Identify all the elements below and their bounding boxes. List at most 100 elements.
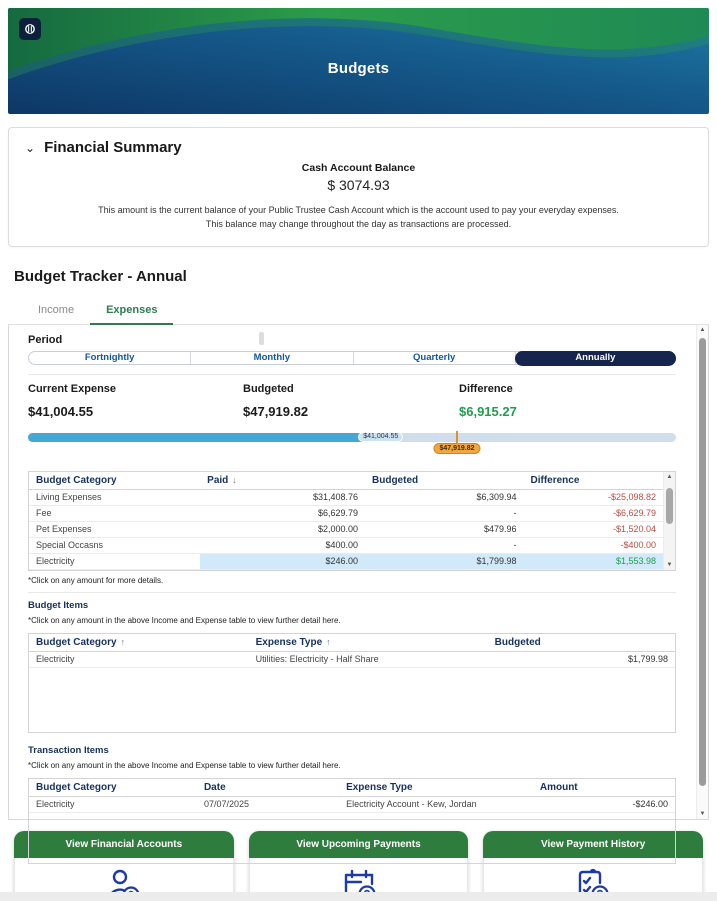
expense-type-cell: Electricity Account - Kew, Jordan (339, 796, 533, 813)
expense-summary: Current Expense $41,004.55 Budgeted $47,… (28, 383, 676, 419)
amount-cell[interactable]: -$246.00 (532, 796, 675, 813)
col-header-date[interactable]: Date (196, 778, 340, 797)
scroll-up-icon[interactable]: ▲ (697, 327, 708, 333)
scroll-down-icon[interactable]: ▼ (664, 562, 675, 568)
progress-track: $41,004.55 $47,919.82 (28, 430, 676, 454)
table-row: Living Expenses $31,408.76 $6,309.94 -$2… (29, 489, 663, 506)
cash-balance-label: Cash Account Balance (301, 162, 416, 174)
category-cell: Electricity (29, 553, 201, 570)
financial-summary-card: ⌄ Financial Summary Cash Account Balance… (8, 127, 709, 247)
transaction-items-table: Budget Category Date Expense Type Amount… (29, 778, 675, 813)
page-banner: Budgets (8, 8, 709, 114)
col-header-budget-category[interactable]: Budget Category ↑ (29, 633, 249, 652)
category-cell: Special Occasns (29, 537, 201, 554)
col-header-expense-type[interactable]: Expense Type (339, 778, 533, 797)
category-cell: Fee (29, 505, 201, 522)
difference-cell[interactable]: -$400.00 (523, 537, 663, 554)
budgeted-cell[interactable]: $6,309.94 (365, 489, 524, 506)
budget-progress-bar: $41,004.55 $47,919.82 (28, 430, 676, 463)
tracker-tabs: Income Expenses (8, 300, 709, 325)
category-table-scrollbar[interactable]: ▲ ▼ (663, 471, 675, 570)
table-row: Special Occasns $400.00 - -$400.00 (29, 537, 663, 554)
col-header-budget-category[interactable]: Budget Category (29, 471, 201, 490)
sort-down-icon: ↓ (232, 474, 237, 485)
app-logo-badge (19, 18, 41, 40)
table-row: Fee $6,629.79 - -$6,629.79 (29, 505, 663, 522)
category-table-footnote: *Click on any amount for more details. (28, 575, 164, 585)
current-expense-label: Current Expense (28, 382, 117, 395)
scroll-up-icon[interactable]: ▲ (664, 474, 675, 480)
divider-handle[interactable] (259, 331, 265, 345)
table-row-selected: Electricity $246.00 $1,799.98 $1,553.98 (29, 553, 663, 570)
budgeted-cell[interactable]: $1,799.98 (487, 651, 675, 668)
logo-icon (25, 24, 35, 34)
paid-cell[interactable]: $2,000.00 (200, 521, 365, 538)
difference-cell[interactable]: -$6,629.79 (523, 505, 663, 522)
sort-up-icon: ↑ (120, 636, 126, 647)
col-header-expense-type[interactable]: Expense Type ↑ (248, 633, 488, 652)
transaction-items-note: *Click on any amount in the above Income… (28, 760, 341, 770)
budget-items-table: Budget Category ↑ Expense Type ↑ Budgeted … (29, 633, 675, 668)
tab-income[interactable]: Income (22, 300, 90, 324)
balance-note: This amount is the current balance of yo… (98, 205, 619, 229)
col-header-paid[interactable]: Paid ↓ (200, 471, 365, 490)
page: Budgets ⌄ Financial Summary Cash Account… (0, 0, 717, 901)
paid-cell[interactable]: $6,629.79 (200, 505, 365, 522)
paid-amount-label: $41,004.55 (358, 431, 404, 442)
progress-fill: $41,004.55 (28, 431, 404, 442)
scrollbar-thumb[interactable] (699, 337, 706, 786)
col-header-budgeted[interactable]: Budgeted (365, 471, 524, 490)
period-segmented-control: Fortnightly Monthly Quarterly Annually (28, 350, 676, 366)
current-expense-value: $41,004.55 (28, 403, 94, 419)
col-header-budget-category[interactable]: Budget Category (29, 778, 197, 797)
category-cell: Electricity (29, 796, 197, 813)
chevron-down-icon[interactable]: ⌄ (25, 142, 35, 154)
financial-summary-header[interactable]: ⌄ Financial Summary (25, 139, 692, 156)
budgeted-value: $47,919.82 (243, 403, 309, 419)
budget-items-note: *Click on any amount in the above Income… (28, 615, 341, 625)
paid-cell[interactable]: $400.00 (200, 537, 365, 554)
budget-items-table-container: Budget Category ↑ Expense Type ↑ Budgeted … (28, 632, 676, 733)
difference-cell[interactable]: $1,553.98 (523, 553, 663, 570)
budget-tracker-title: Budget Tracker - Annual (14, 267, 187, 285)
category-cell: Living Expenses (29, 489, 201, 506)
budgeted-cell[interactable]: - (365, 537, 524, 554)
period-option-fortnightly[interactable]: Fortnightly (29, 351, 192, 364)
difference-cell[interactable]: -$1,520.04 (523, 521, 663, 538)
category-cell: Electricity (29, 651, 249, 668)
transaction-items-title: Transaction Items (28, 744, 109, 756)
col-header-amount[interactable]: Amount (532, 778, 675, 797)
financial-summary-title: Financial Summary (44, 139, 182, 156)
sort-up-icon: ↑ (326, 636, 331, 647)
scroll-down-icon[interactable]: ▼ (697, 811, 708, 817)
date-cell: 07/07/2025 (196, 796, 340, 813)
table-row: Electricity Utilities: Electricity - Hal… (29, 651, 675, 668)
category-cell: Pet Expenses (29, 521, 201, 538)
budget-items-title: Budget Items (28, 599, 89, 611)
paid-cell[interactable]: $246.00 (200, 553, 365, 570)
scrollbar-thumb[interactable] (666, 487, 673, 524)
col-header-difference[interactable]: Difference (523, 471, 663, 490)
panel-scrollbar[interactable]: ▲ ▼ (696, 324, 708, 819)
budgeted-cell[interactable]: $479.96 (365, 521, 524, 538)
table-row: Pet Expenses $2,000.00 $479.96 -$1,520.0… (29, 521, 663, 538)
period-label: Period (28, 333, 63, 346)
col-header-budgeted[interactable]: Budgeted (487, 633, 675, 652)
budget-amount-badge: $47,919.82 (433, 442, 481, 454)
tab-expenses[interactable]: Expenses (90, 300, 174, 325)
budgeted-cell[interactable]: - (365, 505, 524, 522)
difference-cell[interactable]: -$25,098.82 (523, 489, 663, 506)
period-option-annually[interactable]: Annually (514, 350, 676, 366)
table-row: Electricity 07/07/2025 Electricity Accou… (29, 796, 675, 813)
budgeted-label: Budgeted (243, 382, 294, 395)
page-title: Budgets (327, 60, 390, 77)
paid-cell[interactable]: $31,408.76 (200, 489, 365, 506)
cash-balance-value: $ 3074.93 (327, 177, 390, 193)
difference-value: $6,915.27 (459, 403, 517, 419)
budgeted-cell[interactable]: $1,799.98 (365, 553, 524, 570)
period-option-monthly[interactable]: Monthly (191, 351, 354, 364)
period-option-quarterly[interactable]: Quarterly (354, 351, 516, 364)
category-table-container: Budget Category Paid ↓ Budgeted Differenc… (28, 470, 676, 571)
expense-type-cell: Utilities: Electricity - Half Share (248, 651, 488, 668)
transaction-items-table-container: Budget Category Date Expense Type Amount… (28, 777, 676, 864)
